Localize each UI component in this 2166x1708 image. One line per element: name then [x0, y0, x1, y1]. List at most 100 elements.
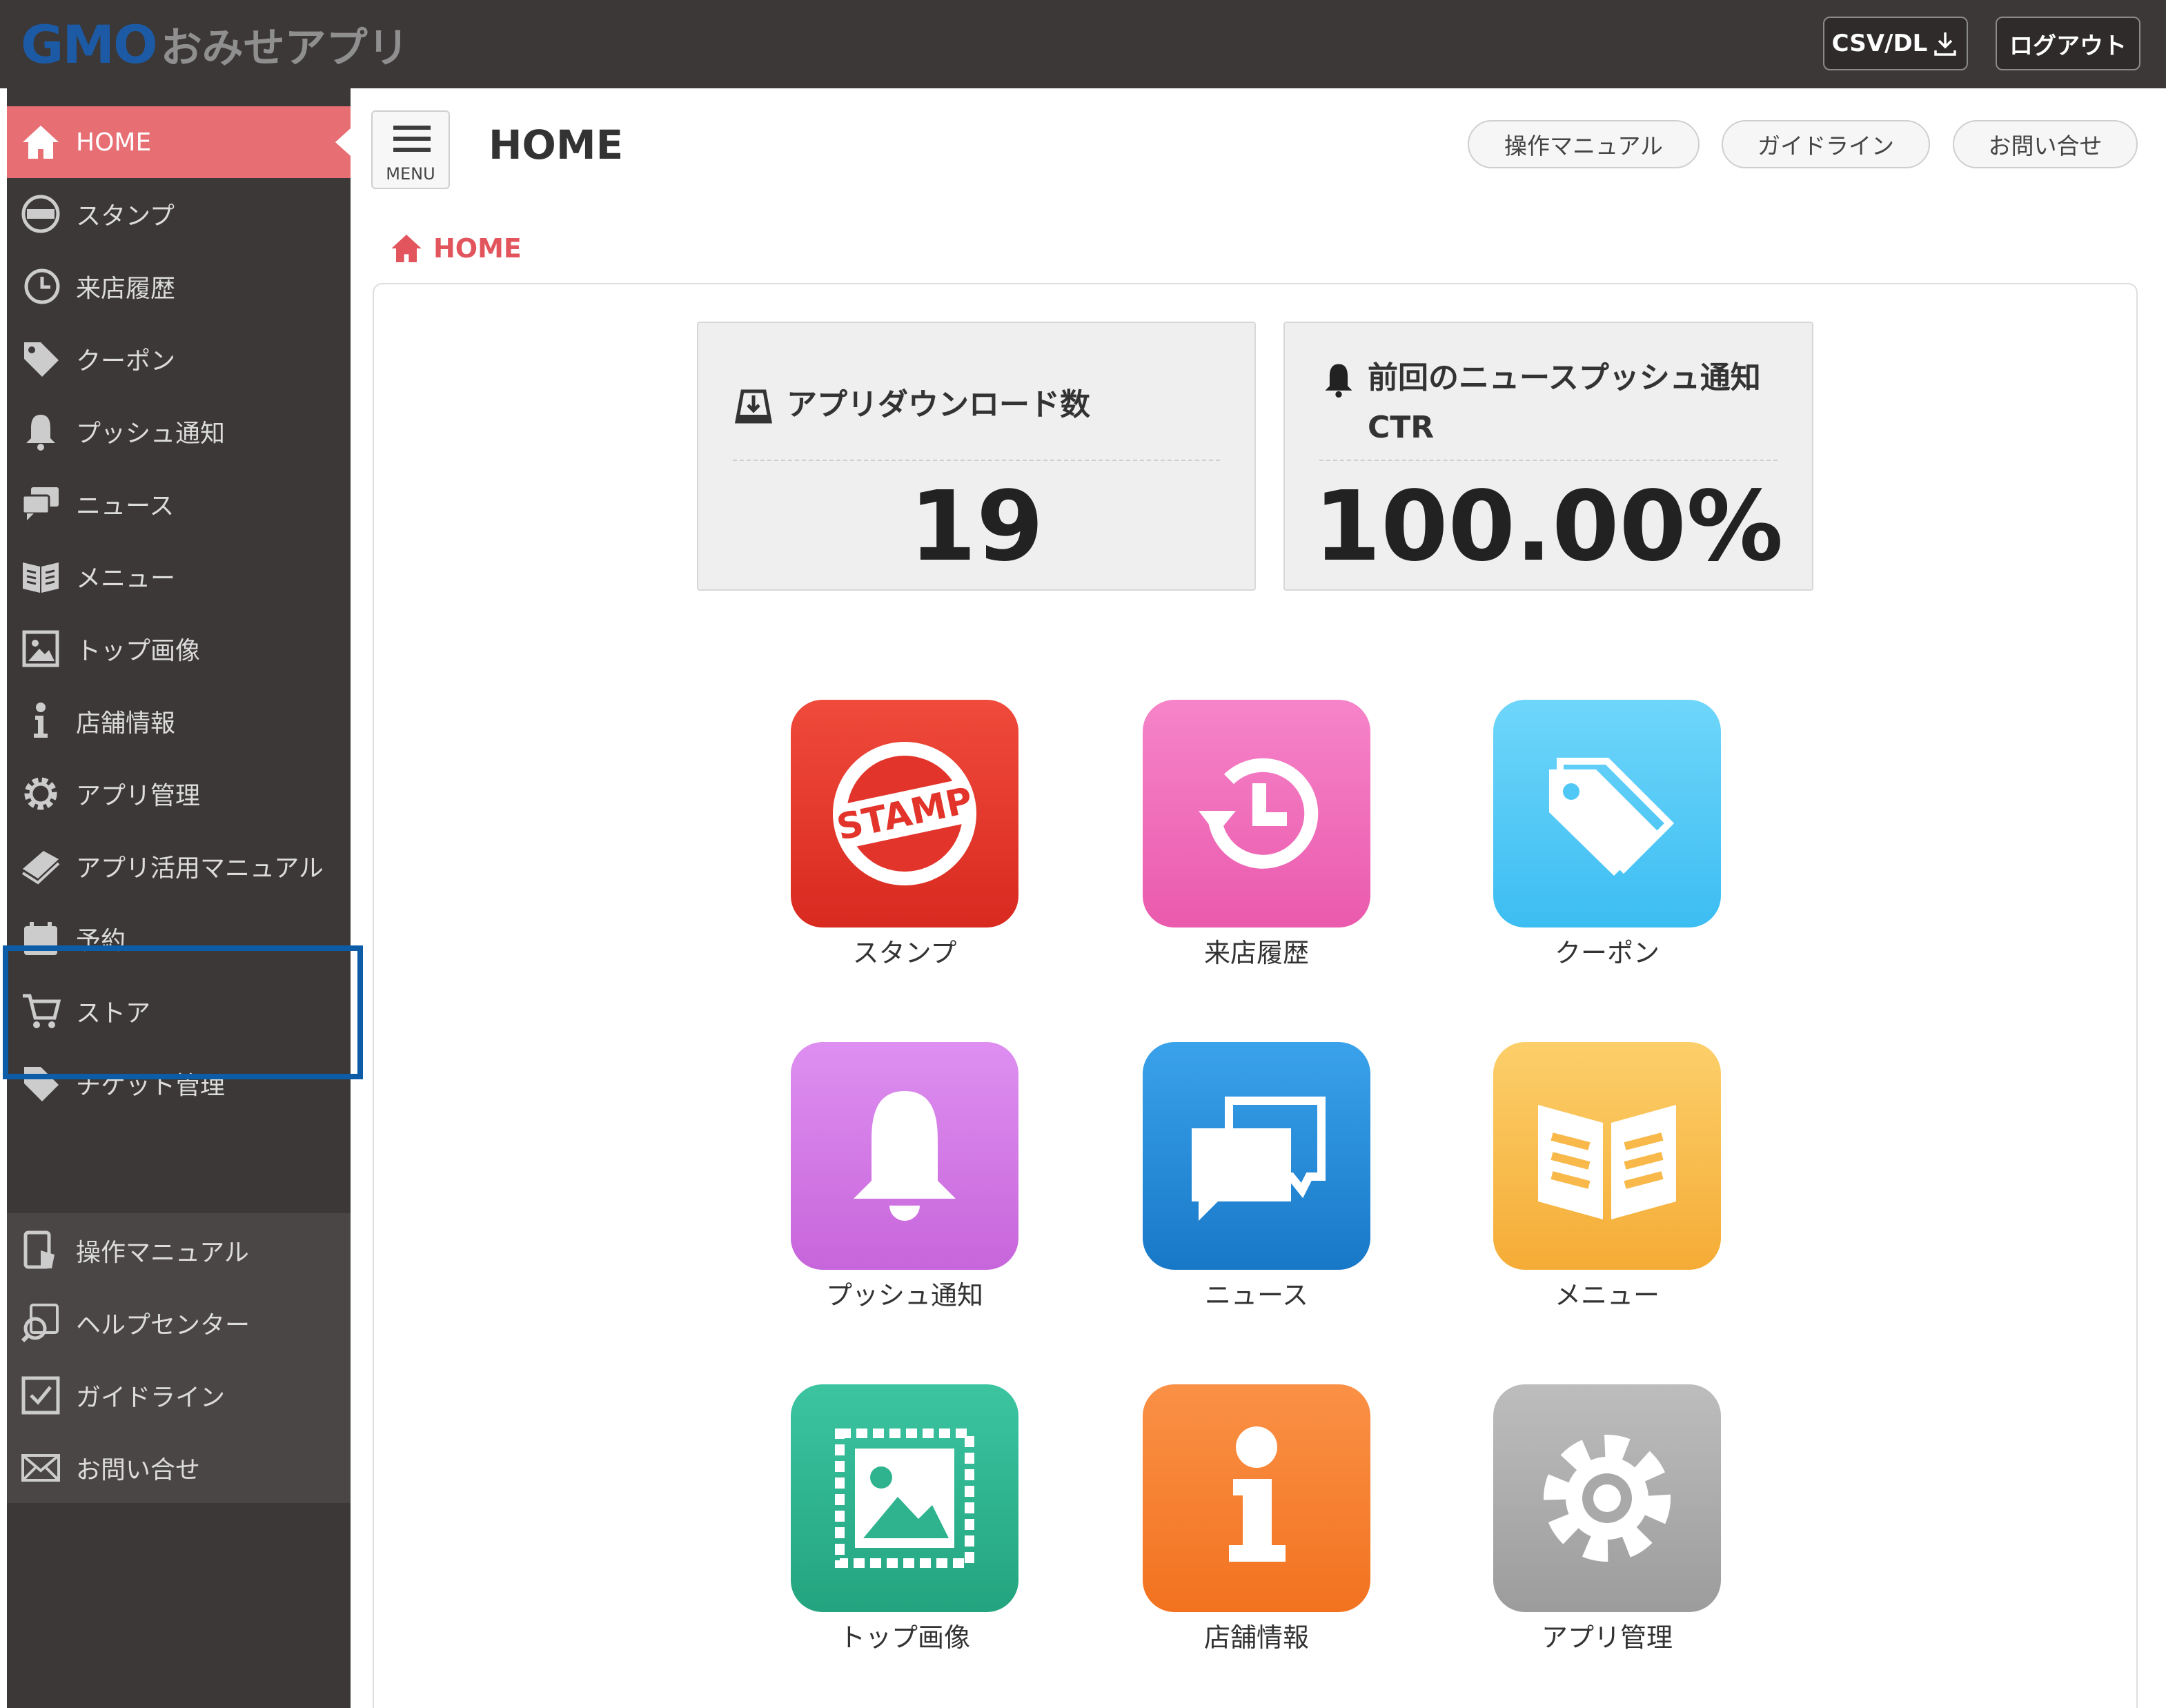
sidebar-item-label: ヘルプセンター: [76, 1311, 250, 1339]
header-link-guideline[interactable]: ガイドライン: [1722, 120, 1930, 168]
stat-title: 前回のニュースプッシュ通知CTR: [1319, 351, 1778, 461]
sidebar-item-app-settings[interactable]: アプリ管理: [7, 758, 351, 830]
top-bar: GMO おみせアプリ CSV/DL ログアウト: [0, 0, 2166, 88]
tile-label: 店舗情報: [1203, 1622, 1309, 1653]
bell-icon: [1325, 364, 1352, 398]
sidebar-item-history[interactable]: 来店履歴: [7, 251, 351, 322]
stat-value: 19: [909, 470, 1044, 583]
book-icon: [1538, 1105, 1676, 1219]
manual-icon: [18, 843, 63, 889]
sidebar-item-contact[interactable]: お問い合せ: [7, 1432, 351, 1504]
sidebar-item-label: 操作マニュアル: [76, 1239, 249, 1267]
sidebar-item-label: プッシュ通知: [76, 420, 226, 448]
tile-icon-box: [1143, 700, 1370, 927]
sidebar-item-top-image[interactable]: トップ画像: [7, 613, 351, 685]
tag-icon: [18, 336, 63, 382]
tile-label: メニュー: [1554, 1280, 1660, 1311]
tile-menu[interactable]: メニュー: [1493, 1042, 1721, 1318]
page-title: HOME: [489, 121, 624, 168]
tile-label: ニュース: [1204, 1280, 1309, 1311]
sidebar-item-label: ニュース: [76, 492, 175, 520]
breadcrumb-label: HOME: [433, 233, 522, 264]
sidebar-item-label: 店舗情報: [76, 709, 176, 738]
logo-brand: GMO: [21, 13, 158, 75]
sidebar-item-label: ガイドライン: [76, 1384, 226, 1412]
sidebar-item-label: トップ画像: [76, 637, 201, 665]
stat-card-ctr: 前回のニュースプッシュ通知CTR 100.00%: [1283, 322, 1813, 591]
sidebar-item-stamp[interactable]: スタンプ: [7, 178, 351, 250]
logo[interactable]: GMO おみせアプリ: [21, 12, 409, 76]
image-icon: [18, 626, 63, 671]
logout-button[interactable]: ログアウト: [1996, 17, 2140, 70]
sidebar-item-label: 来店履歴: [76, 275, 176, 303]
sidebar-item-home[interactable]: HOME: [7, 106, 351, 178]
breadcrumb[interactable]: HOME: [389, 229, 522, 268]
stamp-icon: [18, 191, 63, 237]
tile-stamp[interactable]: STAMP スタンプ: [791, 700, 1018, 976]
tile-label: アプリ管理: [1541, 1622, 1673, 1653]
csv-download-button[interactable]: CSV/DL: [1823, 17, 1968, 70]
checkbox-icon: [18, 1373, 63, 1418]
chat-icon: [1192, 1097, 1326, 1221]
info-icon: [18, 698, 63, 744]
stat-card-downloads: アプリダウンロード数 19: [697, 322, 1256, 591]
tag-icon: [1549, 758, 1675, 876]
header-link-operation-manual[interactable]: 操作マニュアル: [1468, 120, 1700, 168]
gear-icon: [1544, 1435, 1671, 1562]
tile-icon-box: [791, 1042, 1018, 1270]
tile-icon-box: STAMP: [791, 700, 1018, 927]
tile-icon-box: [1493, 700, 1721, 927]
home-icon: [391, 235, 422, 262]
sidebar-item-news[interactable]: ニュース: [7, 468, 351, 540]
tile-top-image[interactable]: トップ画像: [791, 1384, 1018, 1660]
download-box-icon: [735, 389, 772, 424]
stamp-icon: STAMP: [833, 742, 976, 885]
history-icon: [18, 264, 63, 309]
sidebar-item-label: お問い合せ: [76, 1456, 201, 1484]
tile-visit-history[interactable]: 来店履歴: [1143, 700, 1370, 976]
tile-label: 来店履歴: [1203, 938, 1309, 968]
mail-icon: [18, 1445, 63, 1491]
sidebar-item-label: アプリ活用マニュアル: [76, 854, 324, 883]
history-icon: [1199, 758, 1319, 869]
stat-title-text: 前回のニュースプッシュ通知CTR: [1368, 360, 1761, 445]
tile-label: プッシュ通知: [825, 1280, 983, 1311]
sidebar-item-label: スタンプ: [76, 202, 175, 230]
tile-coupon[interactable]: クーポン: [1493, 700, 1721, 976]
tile-shop-info[interactable]: 店舗情報: [1143, 1384, 1370, 1660]
stat-value: 100.00%: [1313, 470, 1784, 583]
csv-label: CSV/DL: [1831, 30, 1928, 57]
sidebar-item-app-manual[interactable]: アプリ活用マニュアル: [7, 830, 351, 902]
book-icon: [18, 553, 63, 599]
active-indicator: [335, 128, 351, 156]
tile-news[interactable]: ニュース: [1143, 1042, 1370, 1318]
tile-app-settings[interactable]: アプリ管理: [1493, 1384, 1721, 1660]
help-icon: [18, 1300, 63, 1346]
sidebar-item-coupon[interactable]: クーポン: [7, 323, 351, 395]
tile-icon-box: [1143, 1384, 1370, 1612]
sidebar-item-push[interactable]: プッシュ通知: [7, 395, 351, 467]
menu-toggle-button[interactable]: MENU: [371, 110, 450, 189]
image-icon: [835, 1429, 974, 1568]
home-icon: [18, 119, 63, 165]
sidebar: HOME スタンプ 来店履歴 クーポン プッシュ通知 ニュース メニュー トップ…: [7, 88, 351, 1708]
sidebar-item-shop-info[interactable]: 店舗情報: [7, 685, 351, 757]
sidebar-item-label: メニュー: [76, 565, 176, 593]
sidebar-item-label: クーポン: [76, 347, 176, 375]
header-link-label: お問い合せ: [1988, 132, 2103, 159]
logo-name: おみせアプリ: [160, 23, 409, 72]
header-link-contact[interactable]: お問い合せ: [1953, 120, 2138, 168]
sidebar-item-menu[interactable]: メニュー: [7, 540, 351, 612]
tile-icon-box: [791, 1384, 1018, 1612]
sidebar-item-operation-manual[interactable]: 操作マニュアル: [7, 1215, 351, 1286]
sidebar-item-guideline[interactable]: ガイドライン: [7, 1359, 351, 1431]
tile-label: トップ画像: [838, 1622, 970, 1653]
stat-title: アプリダウンロード数: [733, 351, 1220, 461]
sidebar-item-help-center[interactable]: ヘルプセンター: [7, 1287, 351, 1359]
download-icon: [1934, 32, 1957, 56]
tile-push[interactable]: プッシュ通知: [791, 1042, 1018, 1318]
tile-icon-box: [1143, 1042, 1370, 1270]
tile-label: スタンプ: [852, 938, 957, 968]
info-icon: [1229, 1426, 1286, 1562]
menu-label: MENU: [386, 164, 435, 184]
